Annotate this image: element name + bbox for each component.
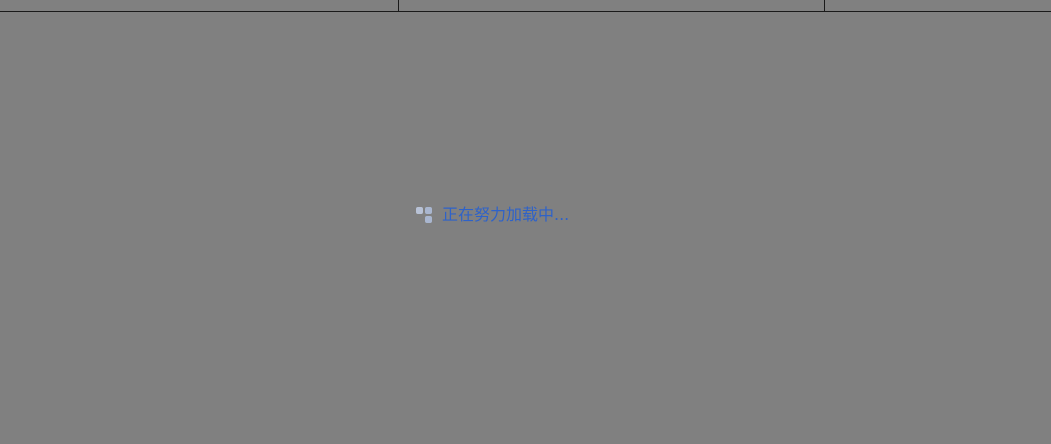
spinner-dot bbox=[425, 216, 432, 223]
loading-indicator: 正在努力加载中... bbox=[416, 205, 569, 225]
spinner-dot bbox=[416, 207, 423, 214]
loading-text: 正在努力加载中... bbox=[442, 205, 570, 224]
loading-overlay: 正在努力加载中... bbox=[0, 0, 1051, 444]
column-divider[interactable] bbox=[398, 0, 399, 12]
spinner-dot bbox=[425, 207, 432, 214]
column-divider[interactable] bbox=[824, 0, 825, 12]
loading-spinner-icon bbox=[416, 206, 434, 224]
table-header bbox=[0, 0, 1051, 12]
